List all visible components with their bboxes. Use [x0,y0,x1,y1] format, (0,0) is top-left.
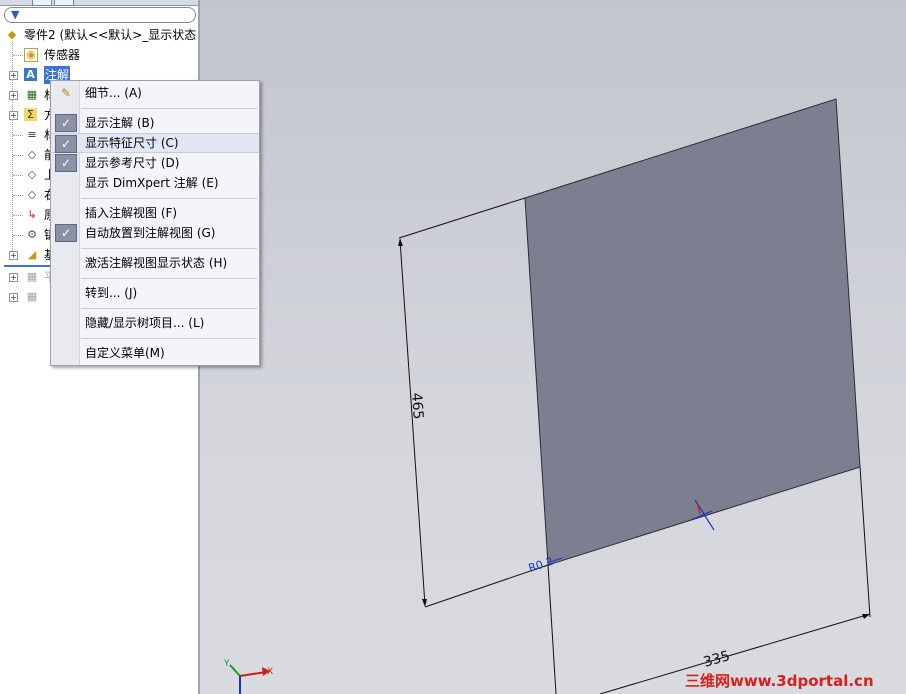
menu-item-label: 显示参考尺寸 (D) [85,156,180,170]
menu-item-label: 自动放置到注解视图 (G) [85,226,216,240]
dimension-335-label[interactable]: 335 [702,648,732,671]
tab-property-manager[interactable] [54,0,74,6]
annotations-context-menu[interactable]: ✎ 细节... (A) ✓ 显示注解 (B) ✓ 显示特征尺寸 (C) ✓ 显示… [50,80,260,366]
checkmark-icon: ✓ [55,224,77,242]
properties-icon: ✎ [60,86,72,100]
menu-separator [81,308,257,309]
menu-item-insert-annotation-view[interactable]: 插入注解视图 (F) [51,203,259,223]
part-icon: ◆ [7,28,17,41]
graphics-viewport[interactable]: 465 335 R0.2 X Y [200,0,906,694]
svg-text:X: X [267,667,273,677]
menu-item-details[interactable]: ✎ 细节... (A) [51,83,259,103]
menu-item-label: 细节... (A) [85,86,142,100]
menu-item-show-dimxpert[interactable]: 显示 DimXpert 注解 (E) [51,173,259,193]
menu-separator [81,338,257,339]
tree-root-part[interactable]: ◆ 零件2 (默认<<默认>_显示状态 [4,26,198,44]
menu-item-label: 显示 DimXpert 注解 (E) [85,176,219,190]
svg-text:Y: Y [223,659,230,669]
equation-icon: Σ [24,108,37,121]
flat-pattern-icon: ▦ [26,290,38,303]
model-canvas[interactable]: 465 335 R0.2 X Y [200,0,906,694]
menu-separator [81,278,257,279]
menu-item-customize-menu[interactable]: 自定义菜单(M) [51,343,259,363]
plane-icon: ◇ [27,168,37,181]
watermark-text: 三维网www.3dportal.cn [685,672,874,690]
tree-item-sensors[interactable]: ◉ 传感器 [0,46,198,64]
plane-icon: ◇ [27,188,37,201]
checkmark-icon: ✓ [55,154,77,172]
tree-item-label: 传感器 [44,48,81,62]
checkmark-icon: ✓ [55,114,77,132]
menu-item-hide-show-tree-items[interactable]: 隐藏/显示树项目... (L) [51,313,259,333]
menu-item-goto[interactable]: 转到... (J) [51,283,259,303]
base-flange-icon: ◢ [27,248,37,261]
menu-item-label: 隐藏/显示树项目... (L) [85,316,205,330]
menu-item-label: 转到... (J) [85,286,138,300]
table-icon: ▦ [26,88,38,101]
expand-icon[interactable]: + [9,251,18,260]
menu-separator [81,248,257,249]
menu-separator [81,198,257,199]
tab-feature-manager[interactable] [32,0,52,6]
menu-item-label: 激活注解视图显示状态 (H) [85,256,228,270]
menu-item-label: 自定义菜单(M) [85,346,165,360]
menu-item-show-annotations[interactable]: ✓ 显示注解 (B) [51,113,259,133]
extension-line-left [547,564,557,694]
expand-icon[interactable]: + [9,71,18,80]
flat-pattern-icon: ▦ [26,270,38,283]
menu-item-label: 显示注解 (B) [85,116,155,130]
checkmark-icon: ✓ [55,135,77,153]
sheetmetal-icon: ⚙ [27,228,37,241]
dimension-465-label[interactable]: 465 [408,392,426,420]
origin-icon: ↳ [27,208,37,221]
menu-item-auto-place[interactable]: ✓ 自动放置到注解视图 (G) [51,223,259,243]
filter-icon[interactable]: ▼ [11,8,19,21]
tree-filter-input[interactable]: ▼ [4,7,196,23]
menu-separator [81,108,257,109]
arrow-right [862,614,870,619]
menu-item-label: 插入注解视图 (F) [85,206,178,220]
arrow-bottom [422,599,427,607]
arrow-top [398,238,403,246]
reference-triad: X Y [223,659,273,694]
extension-line-right [859,466,871,618]
expand-icon[interactable]: + [9,273,18,282]
dimension-line-465[interactable] [399,239,426,606]
sensor-icon: ◉ [24,48,38,62]
radius-label[interactable]: R0.2 [527,555,555,575]
menu-item-activate-display-state[interactable]: 激活注解视图显示状态 (H) [51,253,259,273]
annotation-icon: A [24,68,37,81]
expand-icon[interactable]: + [9,111,18,120]
plane-icon: ◇ [27,148,37,161]
menu-item-label: 显示特征尺寸 (C) [85,136,179,150]
menu-item-show-feature-dimensions[interactable]: ✓ 显示特征尺寸 (C) [51,133,259,153]
expand-icon[interactable]: + [9,91,18,100]
tree-root-label: 零件2 (默认<<默认>_显示状态 [24,28,197,42]
material-icon: ≡ [27,128,37,141]
sheet-metal-face[interactable] [524,98,861,566]
expand-icon[interactable]: + [9,293,18,302]
extension-line-top [398,197,526,239]
manager-tabs[interactable] [0,0,198,6]
menu-item-show-reference-dimensions[interactable]: ✓ 显示参考尺寸 (D) [51,153,259,173]
